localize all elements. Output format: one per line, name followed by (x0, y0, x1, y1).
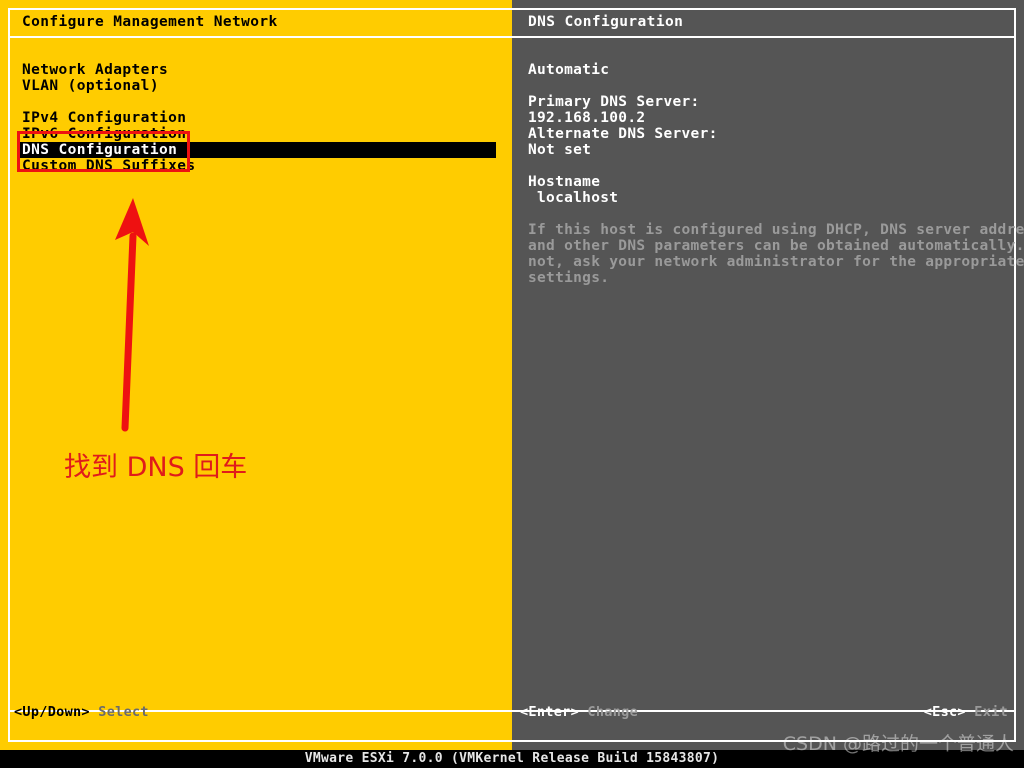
menu-item-ipv6-configuration[interactable]: IPv6 Configuration (22, 126, 492, 142)
hostname-value: localhost (528, 190, 619, 206)
right-footer-keyhint-enter: <Enter> Change (520, 705, 638, 720)
primary-dns-value: 192.168.100.2 (528, 110, 646, 126)
dns-mode-value: Automatic (528, 62, 610, 78)
menu-item-vlan[interactable]: VLAN (optional) (22, 78, 492, 94)
left-footer-keyhint: <Up/Down> Select (14, 705, 149, 720)
left-title-divider (8, 36, 512, 38)
alternate-dns-value: Not set (528, 142, 592, 158)
dns-detail-body: Automatic Primary DNS Server: 192.168.10… (528, 62, 1024, 286)
help-text-line-1: If this host is configured using DHCP, D… (528, 222, 1024, 238)
help-text-line-3: not, ask your network administrator for … (528, 254, 1024, 270)
right-footer-keyhint-esc: <Esc> Exit (924, 705, 1008, 720)
right-pane-title: DNS Configuration (528, 14, 684, 30)
menu-item-dns-configuration[interactable]: DNS Configuration (20, 142, 496, 158)
esxi-version-text: VMware ESXi 7.0.0 (VMKernel Release Buil… (304, 751, 720, 766)
menu-group-spacer (22, 94, 492, 110)
detail-spacer (528, 158, 998, 174)
esc-key-label: <Esc> (923, 704, 966, 720)
hostname-label: Hostname (528, 174, 601, 190)
primary-dns-label: Primary DNS Server: (528, 94, 700, 110)
change-action-label: Change (579, 704, 638, 720)
esxi-version-status-bar: VMware ESXi 7.0.0 (VMKernel Release Buil… (0, 750, 1024, 768)
alternate-dns-label: Alternate DNS Server: (528, 126, 718, 142)
dcui-screen: Configure Management Network Network Ada… (0, 0, 1024, 768)
annotation-callout-text: 找到 DNS 回车 (64, 452, 248, 483)
menu-item-custom-dns-suffixes[interactable]: Custom DNS Suffixes (22, 158, 492, 174)
configure-management-network-pane: Configure Management Network Network Ada… (0, 0, 513, 750)
help-text-line-2: and other DNS parameters can be obtained… (528, 238, 1024, 254)
detail-spacer (528, 206, 998, 222)
up-down-key-label: <Up/Down> (14, 704, 90, 720)
menu-item-network-adapters[interactable]: Network Adapters (22, 62, 492, 78)
detail-spacer (528, 78, 998, 94)
select-action-label: Select (89, 704, 149, 720)
enter-key-label: <Enter> (520, 704, 579, 720)
exit-action-label: Exit (965, 704, 1008, 720)
network-settings-menu: Network Adapters VLAN (optional) IPv4 Co… (20, 62, 496, 174)
menu-item-ipv4-configuration[interactable]: IPv4 Configuration (22, 110, 492, 126)
left-pane-title: Configure Management Network (22, 14, 278, 30)
help-text-line-4: settings. (528, 270, 610, 286)
right-title-divider (512, 36, 1016, 38)
dns-configuration-detail-pane: DNS Configuration Automatic Primary DNS … (512, 0, 1024, 750)
